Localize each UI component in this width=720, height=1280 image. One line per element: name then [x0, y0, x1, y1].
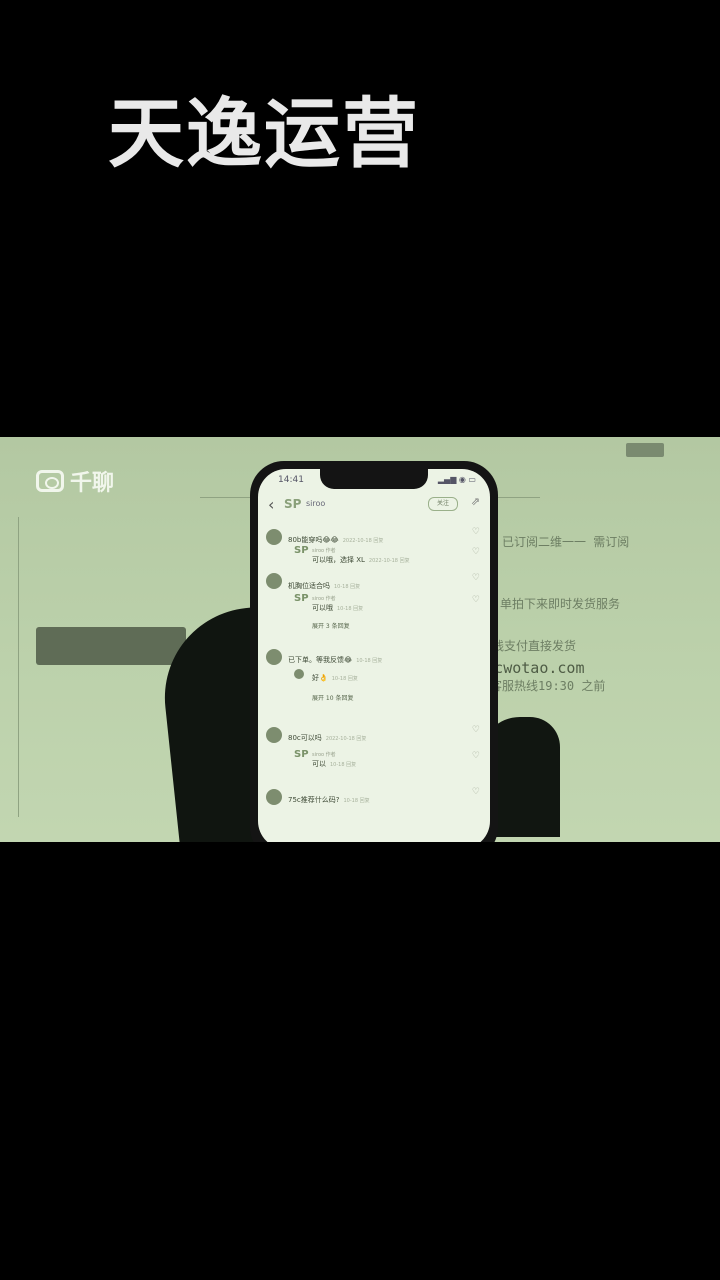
- expand-replies[interactable]: 展开 10 条回复: [312, 693, 353, 702]
- corner-badge: [626, 443, 664, 457]
- avatar[interactable]: SP: [294, 545, 309, 556]
- comment-meta: 2022-10-18 回复: [342, 538, 384, 544]
- avatar[interactable]: [266, 529, 282, 545]
- comment-meta: 2022-10-18 回复: [325, 736, 367, 742]
- reply-meta: 10-18 回复: [337, 606, 364, 612]
- heart-icon[interactable]: ♡: [472, 725, 480, 735]
- avatar[interactable]: SP: [294, 593, 309, 604]
- brand: 千聊: [36, 465, 114, 497]
- reply-meta: 2022-10-18 回复: [368, 558, 410, 564]
- bg-button: [36, 627, 186, 665]
- avatar[interactable]: [294, 669, 304, 679]
- avatar[interactable]: SP: [284, 497, 301, 511]
- reply-meta: 10-18 回复: [331, 676, 358, 682]
- comment-text: 80b能穿吗😂😂 2022-10-18 回复: [288, 535, 383, 545]
- phone-device: 14:41 ▂▄▆ ◉ ▭ ‹ SP siroo 关注 ⇗ 80b能穿吗😂😂 20…: [250, 461, 498, 842]
- bg-divider: [18, 517, 19, 817]
- status-icons: ▂▄▆ ◉ ▭: [437, 475, 476, 484]
- comment-body: 80b能穿吗😂😂: [288, 536, 339, 544]
- comment-meta: 10-18 回复: [334, 584, 361, 590]
- expand-replies[interactable]: 展开 3 条回复: [312, 621, 350, 630]
- heart-icon[interactable]: ♡: [472, 547, 480, 557]
- phone-notch: [320, 469, 428, 489]
- comment-text: 80c可以吗 2022-10-18 回复: [288, 733, 366, 743]
- reply-user[interactable]: siroo 作者: [312, 751, 336, 758]
- bg-text-line: 客服热线19:30 之前: [490, 679, 606, 693]
- reply-body: 可以哦，选择 XL: [312, 556, 365, 564]
- heart-icon[interactable]: ♡: [472, 787, 480, 797]
- reply-text: 好👌 10-18 回复: [312, 673, 358, 683]
- heart-icon[interactable]: ♡: [472, 573, 480, 583]
- reply-body: 可以: [312, 760, 326, 768]
- comment-body: 80c可以吗: [288, 734, 322, 742]
- comment-text: 机胸位适合吗 10-18 回复: [288, 581, 360, 591]
- comment-body: 75c推荐什么码?: [288, 796, 340, 804]
- status-time: 14:41: [278, 475, 304, 485]
- video-frame: 千聊 已订阅二维一一 需订阅 单拍下来即时发货服务 在线支付直接发货 www.n…: [0, 437, 720, 842]
- comment-body: 已下单。等我反馈😂: [288, 656, 353, 664]
- bg-text-line: 已订阅二维一一 需订阅: [502, 535, 630, 549]
- comment-text: 75c推荐什么码? 10-18 回复: [288, 795, 370, 805]
- author-name[interactable]: siroo: [306, 499, 325, 508]
- avatar[interactable]: [266, 727, 282, 743]
- reply-body: 可以哦: [312, 604, 333, 612]
- reply-text: 可以 10-18 回复: [312, 759, 356, 769]
- comment-text: 已下单。等我反馈😂 10-18 回复: [288, 655, 382, 665]
- share-icon[interactable]: ⇗: [471, 495, 480, 508]
- heart-icon[interactable]: ♡: [472, 527, 480, 537]
- reply-text: 可以哦，选择 XL 2022-10-18 回复: [312, 555, 410, 565]
- reply-text: 可以哦 10-18 回复: [312, 603, 363, 613]
- avatar[interactable]: SP: [294, 749, 309, 760]
- phone-screen: 14:41 ▂▄▆ ◉ ▭ ‹ SP siroo 关注 ⇗ 80b能穿吗😂😂 20…: [258, 469, 490, 842]
- reply-user[interactable]: siroo 作者: [312, 547, 336, 554]
- avatar[interactable]: [266, 649, 282, 665]
- reply-user[interactable]: siroo 作者: [312, 595, 336, 602]
- comment-meta: 10-18 回复: [356, 658, 383, 664]
- banner-title: 天逸运营: [108, 89, 420, 178]
- comment-meta: 10-18 回复: [343, 798, 370, 804]
- reply-meta: 10-18 回复: [330, 762, 357, 768]
- follow-button[interactable]: 关注: [428, 497, 458, 511]
- heart-icon[interactable]: ♡: [472, 751, 480, 761]
- brand-name: 千聊: [70, 471, 115, 496]
- heart-icon[interactable]: ♡: [472, 595, 480, 605]
- brand-logo-icon: [36, 470, 64, 492]
- avatar[interactable]: [266, 573, 282, 589]
- comment-nav-bar: ‹ SP siroo 关注 ⇗: [258, 491, 490, 519]
- bg-text-line: 单拍下来即时发货服务: [500, 597, 621, 611]
- comment-body: 机胸位适合吗: [288, 582, 330, 590]
- avatar[interactable]: [266, 789, 282, 805]
- reply-body: 好👌: [312, 674, 328, 682]
- back-icon[interactable]: ‹: [268, 495, 274, 514]
